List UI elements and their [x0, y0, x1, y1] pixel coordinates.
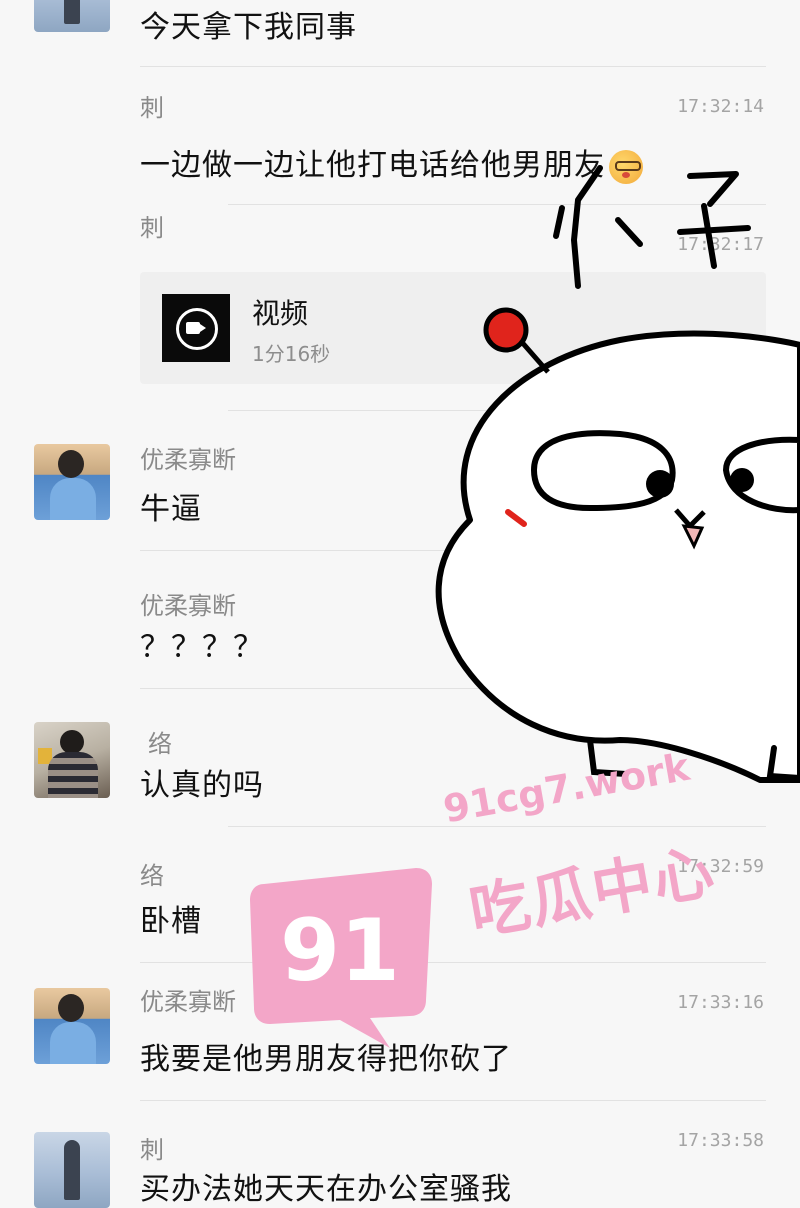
sender-name: 刺	[140, 1136, 164, 1164]
divider	[140, 1100, 766, 1101]
video-duration: 1分16秒	[252, 342, 331, 366]
message-time: 17:32:59	[677, 856, 764, 877]
avatar[interactable]	[34, 722, 110, 798]
avatar[interactable]	[34, 0, 110, 32]
message-text: 今天拿下我同事	[140, 10, 357, 45]
divider	[140, 962, 766, 963]
avatar[interactable]	[34, 444, 110, 520]
message-text: 卧槽	[140, 904, 202, 939]
message-text: 买办法她天天在办公室骚我	[140, 1172, 512, 1207]
divider	[228, 410, 766, 411]
message-text: 牛逼	[140, 492, 202, 527]
message-time: 17:32:17	[677, 234, 764, 255]
avatar[interactable]	[34, 1132, 110, 1208]
avatar[interactable]	[34, 988, 110, 1064]
divider	[228, 826, 766, 827]
chat-history: 今天拿下我同事 刺 17:32:14 一边做一边让他打电话给他男朋友 刺 17:…	[0, 0, 800, 1208]
sender-name: 优柔寡断	[140, 446, 236, 474]
video-message-card[interactable]: 视频 1分16秒	[140, 272, 766, 384]
divider	[140, 66, 766, 67]
message-text: 我要是他男朋友得把你砍了	[140, 1042, 512, 1077]
message-text: ？？？？	[140, 630, 264, 665]
face-with-glasses-emoji	[609, 149, 643, 184]
message-time: 17:32:14	[677, 96, 764, 117]
message-text: 认真的吗	[140, 768, 264, 803]
video-title: 视频	[252, 297, 309, 330]
divider	[140, 688, 766, 689]
video-camera-icon	[162, 294, 230, 362]
sender-name: 刺	[140, 214, 164, 242]
divider	[140, 550, 766, 551]
sender-name: 优柔寡断	[140, 592, 236, 620]
sender-name: 优柔寡断	[140, 988, 236, 1016]
message-time: 17:33:58	[677, 1130, 764, 1151]
sender-name: 刺	[140, 94, 164, 122]
message-text-content: 一边做一边让他打电话给他男朋友	[140, 148, 605, 183]
sender-name: 络	[140, 862, 164, 890]
message-time: 17:33:16	[677, 992, 764, 1013]
sender-name: 络	[148, 730, 172, 758]
message-text: 一边做一边让他打电话给他男朋友	[140, 140, 643, 184]
divider	[228, 204, 766, 205]
